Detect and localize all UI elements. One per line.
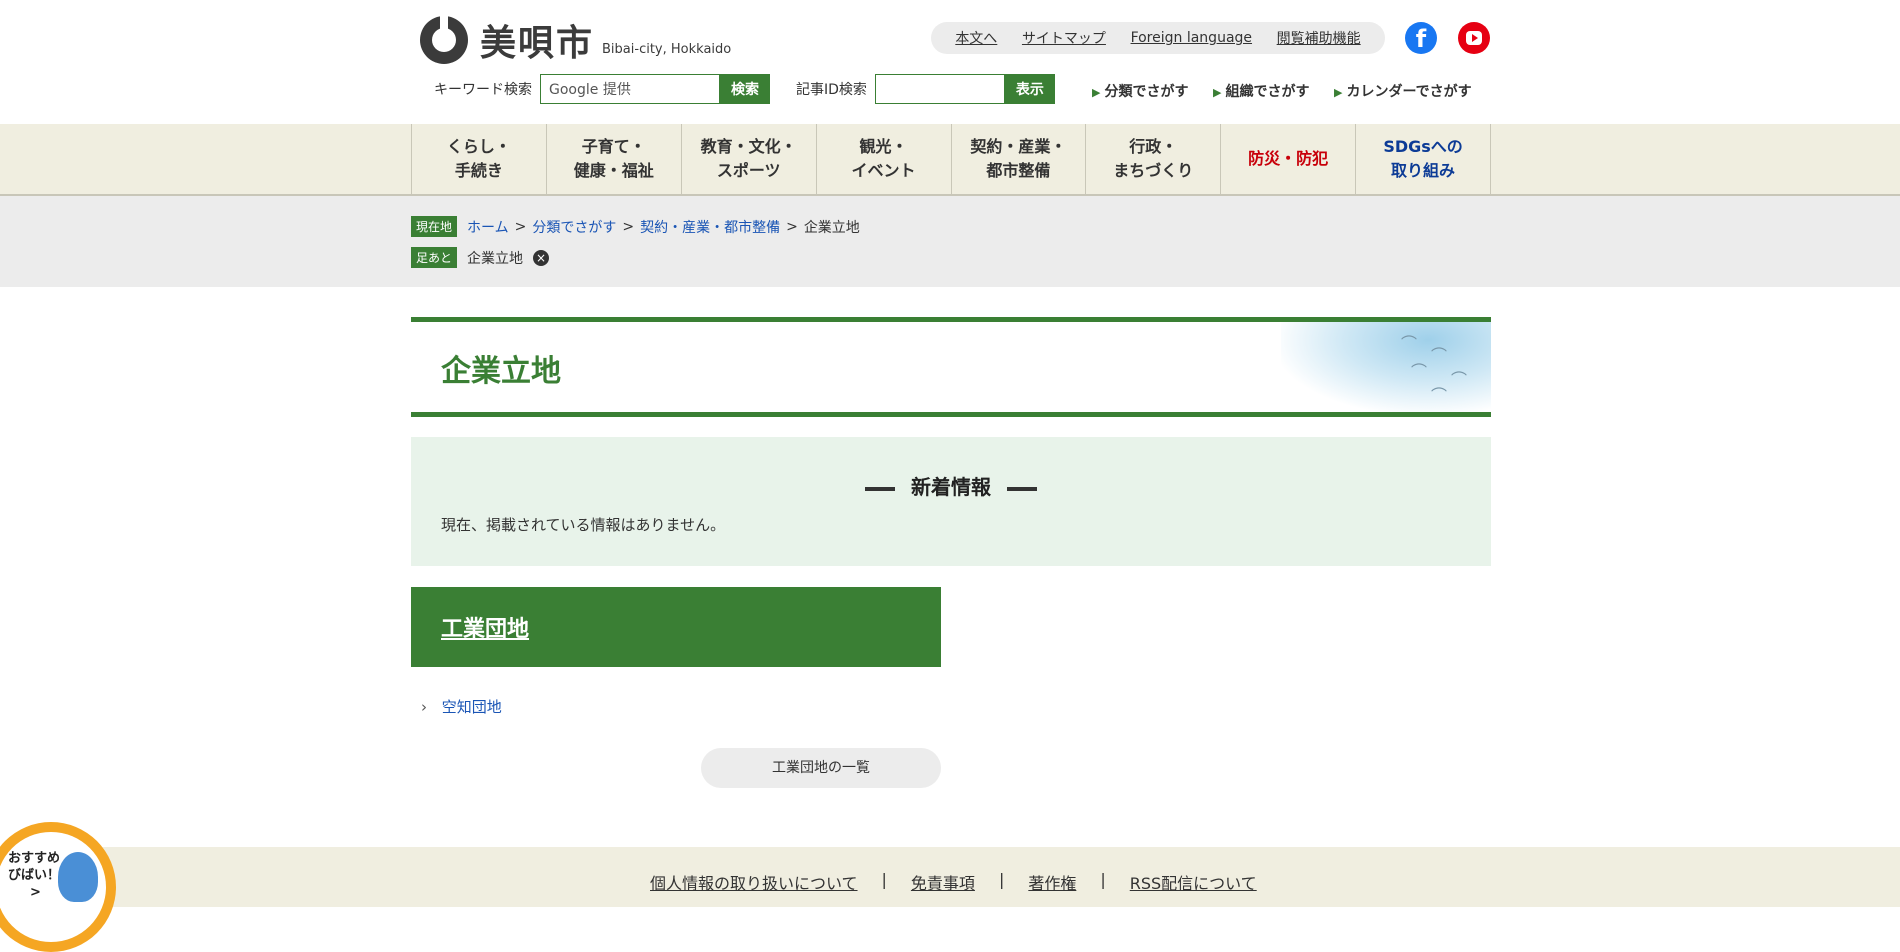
accessibility-link[interactable]: 閲覧補助機能 [1277, 28, 1361, 48]
search-bar: キーワード検索 Google 提供 検索 記事ID検索 表示 [434, 74, 1055, 104]
youtube-icon[interactable] [1458, 22, 1490, 54]
recommend-mascot-badge[interactable]: おすすめ びばい！ > [0, 822, 116, 952]
logo-english: Bibai-city, Hokkaido [602, 41, 732, 57]
article-id-label: 記事ID検索 [796, 82, 867, 98]
nav-living[interactable]: くらし・ 手続き [411, 124, 546, 194]
birds-decoration: ⌒ ⌒ ⌒ ⌒ ⌒ [1281, 322, 1491, 412]
breadcrumb-current: 企業立地 [803, 219, 860, 236]
nav-tourism-events[interactable]: 観光・ イベント [815, 124, 951, 194]
foreign-language-link[interactable]: Foreign language [1131, 30, 1252, 46]
breadcrumb: 現在地 ホーム > 分類でさがす > 契約・産業・都市整備 > 企業立地 [411, 216, 860, 237]
footprint-item[interactable]: 企業立地 [467, 248, 523, 268]
utility-links: 本文へ サイトマップ Foreign language 閲覧補助機能 [931, 22, 1385, 54]
industrial-park-link[interactable]: 工業団地 [441, 611, 529, 643]
global-nav: くらし・ 手続き 子育て・ 健康・福祉 教育・文化・ スポーツ 観光・ イベント 契約・… [411, 124, 1491, 194]
news-section: 新着情報 現在、掲載されている情報はありません。 [411, 437, 1491, 566]
mascot-character-icon [58, 852, 98, 902]
news-heading: 新着情報 [411, 471, 1491, 500]
article-id-input[interactable] [874, 74, 1005, 104]
nav-disaster-prevention[interactable]: 防災・防犯 [1220, 124, 1355, 194]
news-empty-message: 現在、掲載されている情報はありません。 [441, 516, 726, 534]
sorachi-park-link[interactable]: 空知団地 [442, 698, 502, 716]
industrial-park-list-button[interactable]: 工業団地の一覧 [701, 748, 941, 788]
article-id-button[interactable]: 表示 [1004, 74, 1055, 104]
nav-education-culture[interactable]: 教育・文化・ スポーツ [680, 124, 816, 194]
skip-to-content-link[interactable]: 本文へ [955, 28, 997, 48]
mascot-label: おすすめ びばい！ > [8, 851, 61, 900]
sitemap-link[interactable]: サイトマップ [1022, 28, 1106, 48]
section-list-item: › 空知団地 [421, 696, 502, 717]
facebook-icon[interactable]: f [1405, 22, 1437, 54]
keyword-search-label: キーワード検索 [434, 82, 532, 98]
footer-disclaimer-link[interactable]: 免責事項 [911, 870, 975, 894]
keyword-search-input[interactable]: Google 提供 [540, 74, 720, 104]
footer-rss-link[interactable]: RSS配信について [1130, 870, 1257, 894]
breadcrumb-contracts[interactable]: 契約・産業・都市整備 [640, 217, 780, 237]
footprint: 足あと 企業立地 × [411, 247, 550, 268]
nav-childcare-health[interactable]: 子育て・ 健康・福祉 [545, 124, 681, 194]
keyword-search-button[interactable]: 検索 [720, 74, 770, 104]
logo-japanese: 美唄市 [480, 23, 595, 64]
nav-administration[interactable]: 行政・ まちづくり [1085, 124, 1220, 194]
nav-contracts-industry[interactable]: 契約・産業・ 都市整備 [950, 124, 1086, 194]
footprint-tag: 足あと [411, 247, 458, 268]
current-location-tag: 現在地 [411, 216, 458, 237]
page-title: 企業立地 [441, 354, 561, 389]
breadcrumb-category[interactable]: 分類でさがす [532, 217, 616, 237]
breadcrumb-home[interactable]: ホーム [467, 217, 509, 237]
footer-privacy-link[interactable]: 個人情報の取り扱いについて [650, 870, 858, 894]
page-title-box: 企業立地 ⌒ ⌒ ⌒ ⌒ ⌒ [411, 317, 1491, 417]
nav-sdgs[interactable]: SDGsへの 取り組み [1355, 124, 1491, 194]
close-icon[interactable]: × [533, 249, 550, 266]
industrial-park-header: 工業団地 [411, 587, 941, 667]
footer-links: 個人情報の取り扱いについて | 免責事項 | 著作権 | RSS配信について [650, 870, 1257, 894]
breadcrumb-area [0, 196, 1900, 287]
quick-link-organization[interactable]: 組織でさがす [1213, 81, 1309, 101]
footer-copyright-link[interactable]: 著作権 [1028, 870, 1076, 894]
quick-link-calendar[interactable]: カレンダーでさがす [1334, 81, 1471, 101]
chevron-right-icon: › [421, 698, 427, 716]
city-logo[interactable]: 美唄市 Bibai-city, Hokkaido [420, 14, 731, 66]
quick-link-category[interactable]: 分類でさがす [1092, 81, 1188, 101]
city-emblem-icon [420, 14, 468, 64]
